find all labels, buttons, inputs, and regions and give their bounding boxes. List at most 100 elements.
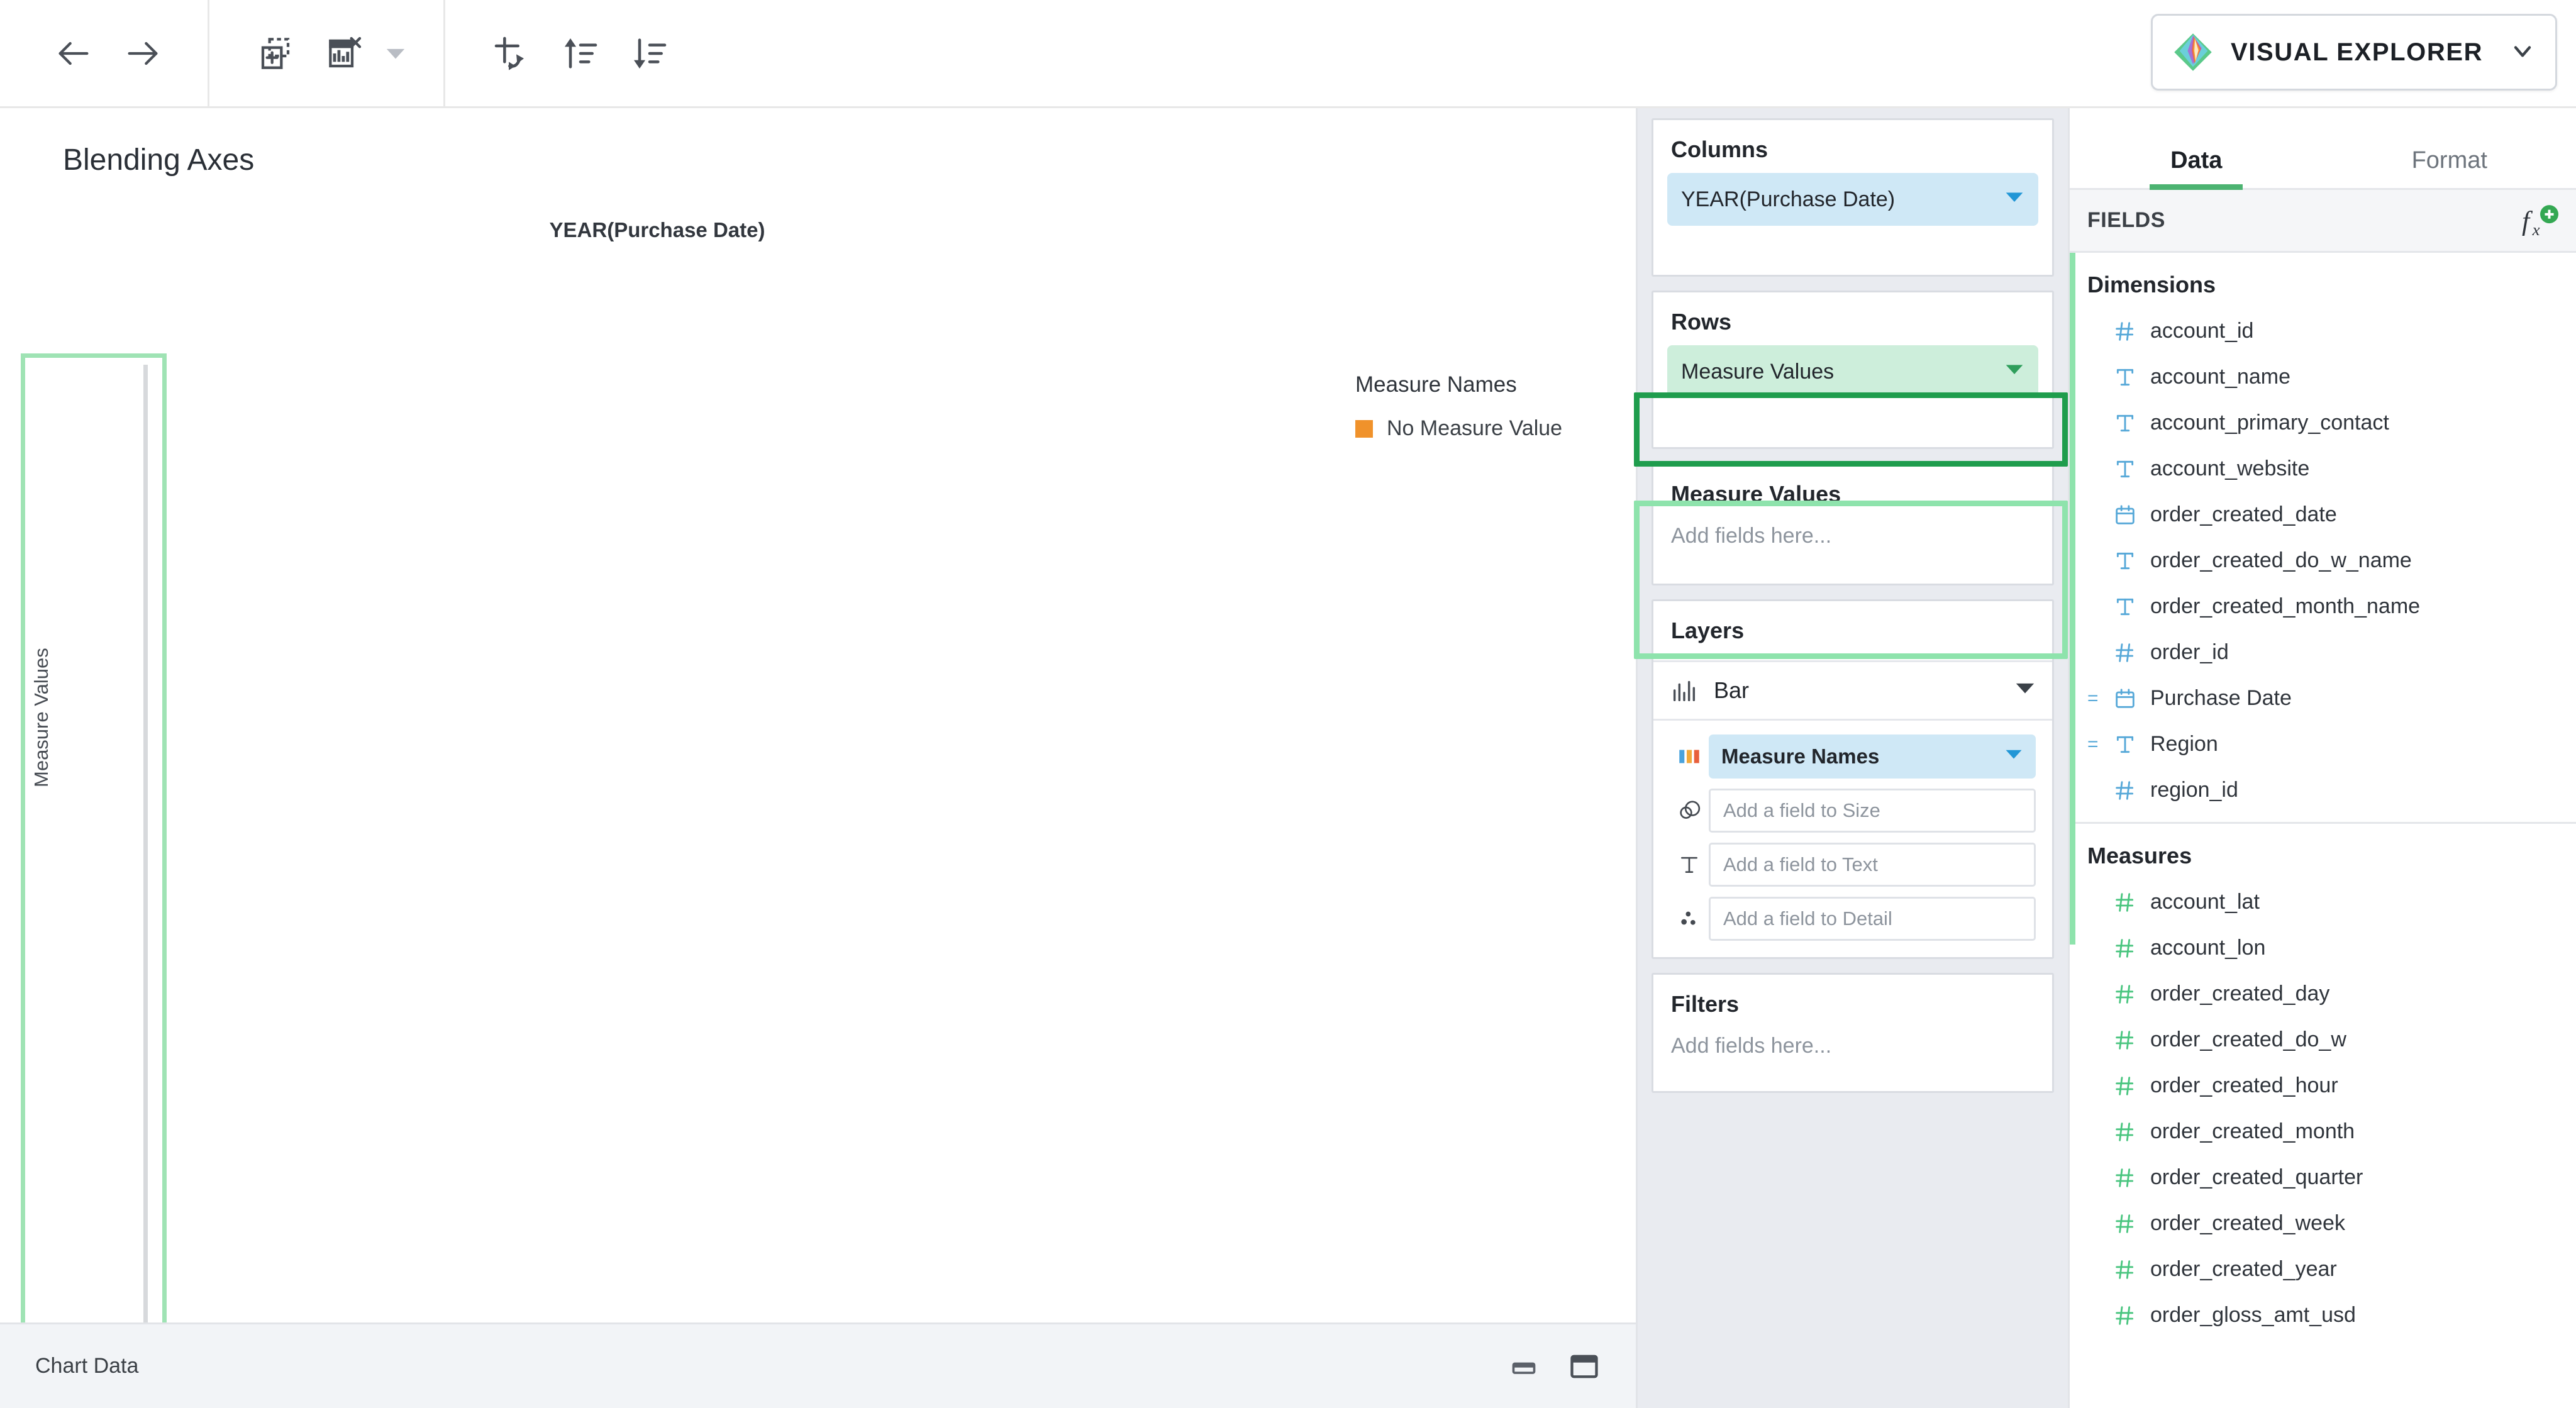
chevron-down-icon[interactable] bbox=[2004, 745, 2023, 768]
legend-swatch-icon bbox=[1355, 420, 1373, 438]
add-calculated-field-icon[interactable]: f x bbox=[2522, 202, 2558, 239]
dimension-field-row[interactable]: =order_id bbox=[2070, 629, 2576, 675]
dimension-field-row[interactable]: =account_name bbox=[2070, 354, 2576, 400]
field-eq-spacer: = bbox=[2087, 1259, 2109, 1280]
legend-title: Measure Names bbox=[1355, 372, 1562, 397]
measure-field-row[interactable]: =order_created_month bbox=[2070, 1109, 2576, 1155]
dimensions-group-title: Dimensions bbox=[2070, 253, 2576, 308]
calculated-field-icon: = bbox=[2087, 734, 2109, 755]
detail-shelf-slot[interactable]: Add a field to Detail bbox=[1709, 897, 2036, 941]
text-field-icon bbox=[2109, 411, 2141, 436]
visual-explorer-button[interactable]: VISUAL EXPLORER bbox=[2151, 14, 2557, 91]
dimension-field-row[interactable]: =account_id bbox=[2070, 308, 2576, 354]
dimensions-list: =account_id=account_name = account_primary… bbox=[2070, 308, 2576, 813]
measure-field-row[interactable]: = order_created_week bbox=[2070, 1200, 2576, 1246]
filters-placeholder[interactable]: Add fields here... bbox=[1667, 1028, 2038, 1058]
column-field-header[interactable]: YEAR(Purchase Date) bbox=[0, 218, 1314, 242]
forward-arrow-icon[interactable] bbox=[108, 19, 177, 88]
measure-field-row[interactable]: = order_created_year bbox=[2070, 1246, 2576, 1292]
number-field-icon bbox=[2109, 319, 2141, 344]
text-shelf-row: Add a field to Text bbox=[1670, 843, 2036, 887]
measure-values-placeholder[interactable]: Add fields here... bbox=[1667, 518, 2038, 548]
number-field-icon bbox=[2109, 1119, 2141, 1145]
chevron-down-icon[interactable] bbox=[2509, 37, 2536, 68]
field-eq-spacer: = bbox=[2087, 458, 2109, 480]
dimension-field-row[interactable]: =order_created_do_w_name bbox=[2070, 538, 2576, 584]
legend-item-label: No Measure Value bbox=[1387, 416, 1562, 441]
field-label: account_lat bbox=[2150, 890, 2260, 914]
svg-text:f: f bbox=[2522, 206, 2533, 236]
swap-axes-icon[interactable] bbox=[477, 19, 546, 88]
field-eq-spacer: = bbox=[2087, 1167, 2109, 1189]
columns-shelf-pill-label: YEAR(Purchase Date) bbox=[1681, 187, 1895, 212]
sort-ascending-icon[interactable] bbox=[546, 19, 615, 88]
field-label: order_created_week bbox=[2150, 1211, 2345, 1236]
field-eq-spacer: = bbox=[2087, 1305, 2109, 1326]
size-shelf-row: Add a field to Size bbox=[1670, 789, 2036, 833]
field-eq-spacer: = bbox=[2087, 1213, 2109, 1234]
text-field-icon bbox=[2109, 548, 2141, 574]
dimension-field-row[interactable]: = account_website bbox=[2070, 446, 2576, 492]
field-label: order_created_month_name bbox=[2150, 594, 2420, 619]
visual-explorer-title: VISUAL EXPLORER bbox=[2231, 38, 2483, 67]
data-fields-panel: Data Format FIELDS f x Dimensions bbox=[2068, 108, 2576, 1408]
new-worksheet-icon[interactable] bbox=[241, 19, 310, 88]
measure-field-row[interactable]: =order_created_day bbox=[2070, 971, 2576, 1017]
fields-header-label: FIELDS bbox=[2087, 208, 2165, 233]
field-eq-spacer: = bbox=[2087, 504, 2109, 526]
chevron-down-icon[interactable] bbox=[379, 19, 412, 88]
field-label: account_website bbox=[2150, 457, 2309, 481]
encoding-shelves: Measure Names Add a field to Size bbox=[1653, 719, 2052, 957]
dimension-field-row[interactable]: =order_created_date bbox=[2070, 492, 2576, 538]
tab-format[interactable]: Format bbox=[2323, 147, 2576, 188]
field-label: order_created_year bbox=[2150, 1257, 2337, 1282]
color-shelf-row: Measure Names bbox=[1670, 734, 2036, 779]
field-label: account_primary_contact bbox=[2150, 411, 2389, 435]
color-shelf-pill[interactable]: Measure Names bbox=[1709, 734, 2036, 779]
fields-list[interactable]: Dimensions =account_id=account_name=acco… bbox=[2070, 253, 2576, 1408]
tab-data[interactable]: Data bbox=[2070, 147, 2323, 188]
field-eq-spacer: = bbox=[2087, 550, 2109, 572]
text-field-icon bbox=[2109, 365, 2141, 390]
chevron-down-icon[interactable] bbox=[2014, 677, 2036, 704]
text-shelf-slot[interactable]: Add a field to Text bbox=[1709, 843, 2036, 887]
collapse-pane-icon[interactable] bbox=[1510, 1353, 1538, 1380]
columns-shelf-pill[interactable]: YEAR(Purchase Date) bbox=[1667, 173, 2038, 226]
dimension-field-row[interactable]: =Region bbox=[2070, 721, 2576, 767]
measure-field-row[interactable]: =order_gloss_amt_usd bbox=[2070, 1292, 2576, 1338]
color-shelf-pill-label: Measure Names bbox=[1721, 745, 1879, 768]
dimension-field-row[interactable]: =region_id bbox=[2070, 767, 2576, 813]
chevron-down-icon[interactable] bbox=[2004, 187, 2024, 213]
number-field-icon bbox=[2109, 1028, 2141, 1053]
clear-sheet-icon[interactable] bbox=[310, 19, 379, 88]
svg-text:x: x bbox=[2532, 219, 2540, 238]
measure-field-row[interactable]: =order_created_hour bbox=[2070, 1063, 2576, 1109]
rows-shelf-pill[interactable]: Measure Values bbox=[1667, 345, 2038, 398]
legend-item[interactable]: No Measure Value bbox=[1355, 416, 1562, 441]
text-field-icon bbox=[2109, 594, 2141, 619]
date-field-icon bbox=[2109, 686, 2141, 711]
measure-field-row[interactable]: =account_lon bbox=[2070, 925, 2576, 971]
dimension-field-row[interactable]: =order_created_month_name bbox=[2070, 584, 2576, 629]
measure-field-row[interactable]: =order_created_do_w bbox=[2070, 1017, 2576, 1063]
sort-descending-icon[interactable] bbox=[615, 19, 684, 88]
measure-field-row[interactable]: =order_created_quarter bbox=[2070, 1155, 2576, 1200]
dimension-field-row[interactable]: = account_primary_contact bbox=[2070, 400, 2576, 446]
rows-shelf-pill-label: Measure Values bbox=[1681, 360, 1834, 384]
measure-field-row[interactable]: =account_lat bbox=[2070, 879, 2576, 925]
field-eq-spacer: = bbox=[2087, 1075, 2109, 1097]
shelf-panel: Columns YEAR(Purchase Date) Rows Measure bbox=[1638, 108, 2068, 1408]
back-arrow-icon[interactable] bbox=[39, 19, 108, 88]
chart-canvas[interactable]: Blending Axes YEAR(Purchase Date) Measur… bbox=[0, 108, 1636, 1322]
field-eq-spacer: = bbox=[2087, 938, 2109, 959]
dimension-field-row[interactable]: =Purchase Date bbox=[2070, 675, 2576, 721]
color-icon bbox=[1670, 743, 1709, 770]
size-shelf-slot[interactable]: Add a field to Size bbox=[1709, 789, 2036, 833]
sort-button-group bbox=[445, 0, 716, 106]
field-eq-spacer: = bbox=[2087, 413, 2109, 434]
chevron-down-icon[interactable] bbox=[2004, 359, 2024, 385]
y-axis-label[interactable]: Measure Values bbox=[30, 648, 53, 787]
mark-type-selector[interactable]: Bar bbox=[1653, 660, 2052, 719]
chart-data-label[interactable]: Chart Data bbox=[35, 1354, 138, 1378]
expand-pane-icon[interactable] bbox=[1568, 1350, 1601, 1383]
